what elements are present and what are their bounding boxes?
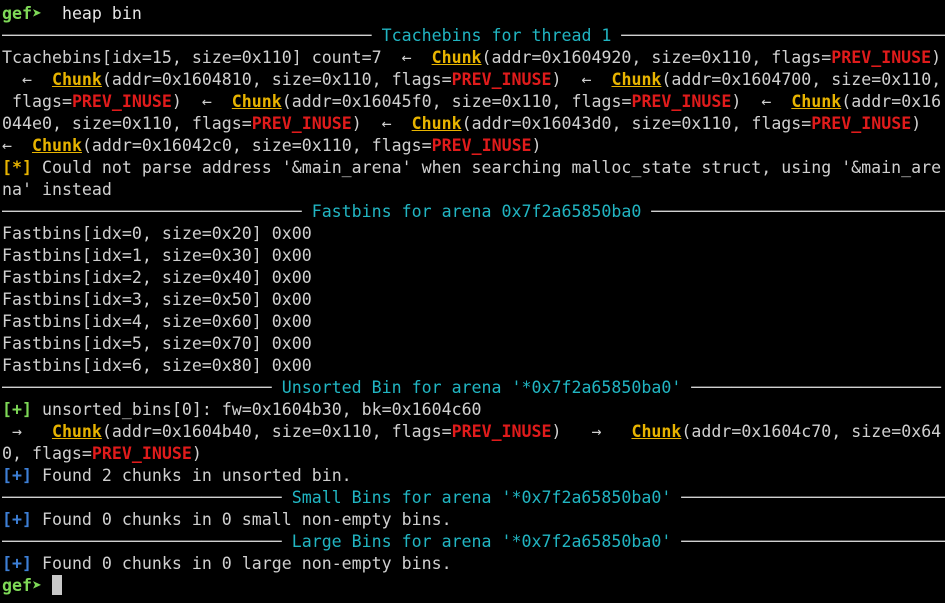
flag-prev-inuse: PREV_INUSE	[631, 92, 732, 111]
small-found-text: Found 0 chunks in 0 small non-empty bins…	[31, 510, 452, 529]
text-cursor[interactable]	[51, 575, 62, 595]
fastbin-row: Fastbins[idx=5, size=0x70] 0x00	[2, 334, 312, 353]
command-line: gef➤ heap bin	[2, 3, 945, 25]
tcache-section-rule: ───────────────────────────────────── Tc…	[2, 26, 945, 45]
prompt: gef➤	[2, 4, 42, 23]
chunk-label: Chunk	[791, 92, 842, 111]
tcache-line-4: 044e0, size=0x110, flags=PREV_INUSE) ← C…	[2, 114, 922, 133]
info-marker: [+]	[2, 510, 32, 529]
unsorted-header: unsorted_bins[0]: fw=0x1604b30, bk=0x160…	[31, 400, 482, 419]
tcache-line-1: Tcachebins[idx=15, size=0x110] count=7 ←…	[2, 48, 942, 67]
chunk-addr: 0x1604b40	[161, 422, 252, 441]
input-line[interactable]: gef➤	[2, 575, 945, 597]
chunk-label: Chunk	[51, 70, 102, 89]
chunk-label: Chunk	[611, 70, 662, 89]
tcache-section-title: Tcachebins for thread 1	[381, 26, 612, 45]
warning-line-1: [*] Could not parse address '&main_arena…	[2, 157, 945, 179]
chunk-label: Chunk	[51, 422, 102, 441]
small-section-title: Small Bins for arena '*0x7f2a65850ba0'	[291, 488, 672, 507]
chunk-label: Chunk	[231, 92, 282, 111]
success-marker: [+]	[2, 400, 32, 419]
unsorted-chunks-line-2: 0, flags=PREV_INUSE)	[2, 444, 202, 463]
flag-prev-inuse: PREV_INUSE	[71, 92, 172, 111]
chunk-label: Chunk	[411, 114, 462, 133]
flag-prev-inuse: PREV_INUSE	[451, 422, 552, 441]
warning-marker: [*]	[2, 158, 32, 177]
chunk-label: Chunk	[631, 422, 682, 441]
unsorted-section-title: Unsorted Bin for arena '*0x7f2a65850ba0'	[281, 378, 682, 397]
large-section-rule: ──────────────────────────── Large Bins …	[2, 532, 945, 551]
fastbin-row: Fastbins[idx=0, size=0x20] 0x00	[2, 224, 312, 243]
command-text: heap bin	[61, 4, 142, 23]
tcache-line-2: ← Chunk(addr=0x1604810, size=0x110, flag…	[2, 70, 942, 89]
warning-text: Could not parse address '&main_arena' wh…	[31, 158, 942, 177]
chunk-label: Chunk	[431, 48, 482, 67]
chunk-addr: 0x1604c70	[741, 422, 832, 441]
small-section-rule: ──────────────────────────── Small Bins …	[2, 488, 945, 507]
flag-prev-inuse: PREV_INUSE	[251, 114, 352, 133]
fastbin-row: Fastbins[idx=6, size=0x80] 0x00	[2, 356, 312, 375]
fastbin-row: Fastbins[idx=4, size=0x60] 0x00	[2, 312, 312, 331]
chunk-addr: 0x1604920	[541, 48, 632, 67]
tcache-line-5: ← Chunk(addr=0x16042c0, size=0x110, flag…	[2, 136, 542, 155]
flag-prev-inuse: PREV_INUSE	[811, 114, 912, 133]
terminal-window[interactable]: gef➤ heap bin ──────────────────────────…	[0, 0, 945, 603]
flag-prev-inuse: PREV_INUSE	[431, 136, 532, 155]
unsorted-section-rule: ─────────────────────────── Unsorted Bin…	[2, 378, 942, 397]
flag-prev-inuse: PREV_INUSE	[451, 70, 552, 89]
fastbins-section-title: Fastbins for arena 0x7f2a65850ba0	[311, 202, 642, 221]
prompt: gef➤	[2, 576, 42, 595]
unsorted-found-line: [+] Found 2 chunks in unsorted bin.	[2, 465, 945, 487]
large-found-line: [+] Found 0 chunks in 0 large non-empty …	[2, 553, 945, 575]
chunk-addr: 0x16042c0	[141, 136, 232, 155]
chunk-addr: 0x1604810	[161, 70, 252, 89]
unsorted-header-line: [+] unsorted_bins[0]: fw=0x1604b30, bk=0…	[2, 399, 945, 421]
warning-line-2: na' instead	[2, 179, 945, 201]
unsorted-chunks-line-1: → Chunk(addr=0x1604b40, size=0x110, flag…	[2, 422, 942, 441]
large-found-text: Found 0 chunks in 0 large non-empty bins…	[31, 554, 452, 573]
chunk-addr: 0x1604700	[721, 70, 812, 89]
chunk-label: Chunk	[31, 136, 82, 155]
fastbin-row: Fastbins[idx=2, size=0x40] 0x00	[2, 268, 312, 287]
tcache-line-3: flags=PREV_INUSE) ← Chunk(addr=0x16045f0…	[2, 92, 942, 111]
tcache-header: Tcachebins[idx=15, size=0x110] count=7	[2, 48, 382, 67]
fastbin-row: Fastbins[idx=3, size=0x50] 0x00	[2, 290, 312, 309]
chunk-addr: 0x16043d0	[521, 114, 612, 133]
small-found-line: [+] Found 0 chunks in 0 small non-empty …	[2, 509, 945, 531]
flag-prev-inuse: PREV_INUSE	[91, 444, 192, 463]
chunk-addr: 0x16045f0	[341, 92, 432, 111]
large-section-title: Large Bins for arena '*0x7f2a65850ba0'	[291, 532, 672, 551]
info-marker: [+]	[2, 466, 32, 485]
unsorted-found-text: Found 2 chunks in unsorted bin.	[31, 466, 352, 485]
fastbin-row: Fastbins[idx=1, size=0x30] 0x00	[2, 246, 312, 265]
flag-prev-inuse: PREV_INUSE	[831, 48, 932, 67]
info-marker: [+]	[2, 554, 32, 573]
fastbins-section-rule: ────────────────────────────── Fastbins …	[2, 202, 945, 221]
warning-text-continued: na' instead	[2, 180, 112, 199]
